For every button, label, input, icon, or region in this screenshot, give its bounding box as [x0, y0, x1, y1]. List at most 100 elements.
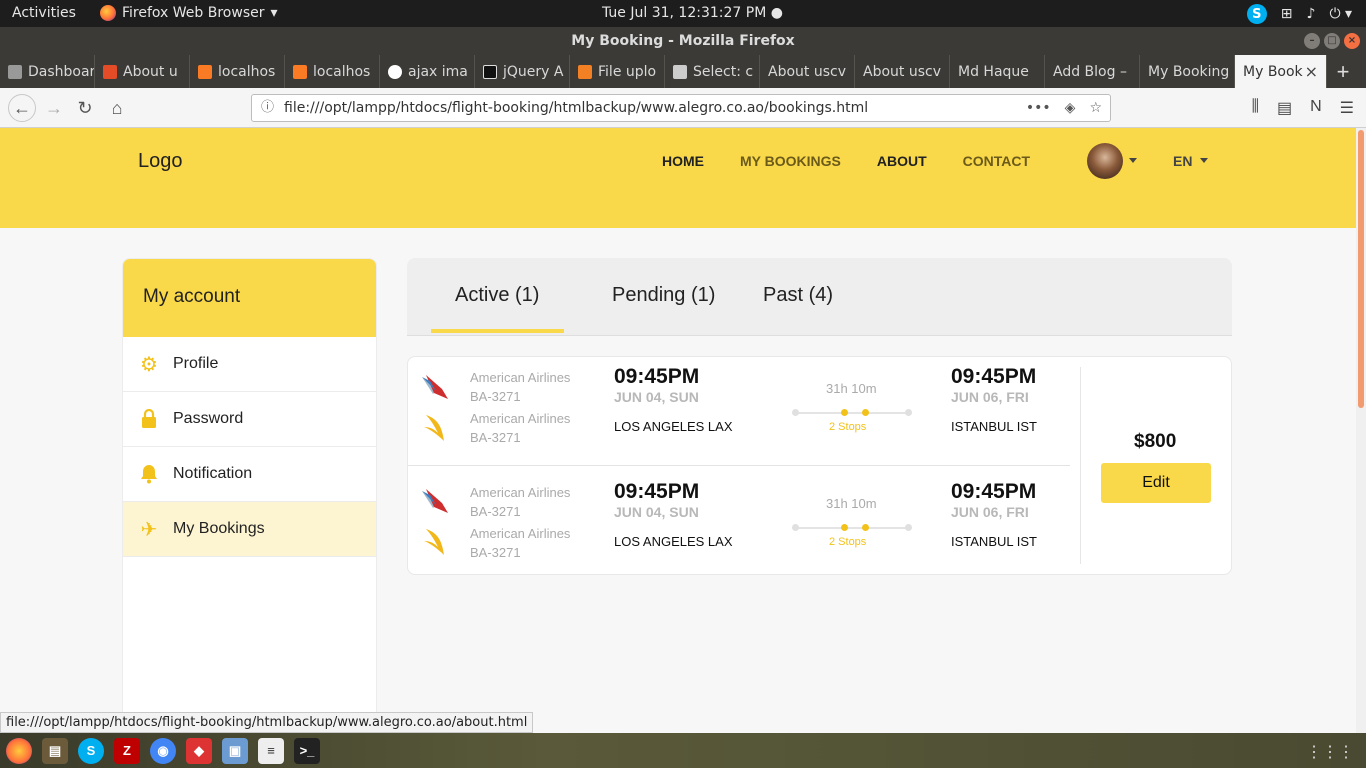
site-logo[interactable]: Logo — [138, 150, 183, 173]
tab-label: Dashboard — [28, 63, 95, 80]
browser-tab[interactable]: Add Blog – — [1045, 55, 1140, 88]
language-selector[interactable]: EN — [1173, 153, 1192, 169]
sidebar-item-profile[interactable]: ⚙ Profile — [123, 337, 376, 392]
browser-tab[interactable]: Dashboard — [0, 55, 95, 88]
browser-tab[interactable]: jQuery A — [475, 55, 570, 88]
tab-label: Add Blog – — [1053, 63, 1127, 80]
scrollbar-thumb[interactable] — [1358, 130, 1364, 408]
avatar-caret-icon[interactable] — [1129, 158, 1137, 163]
firefox-icon — [100, 5, 116, 21]
stop-dot — [841, 409, 848, 416]
maximize-button[interactable]: □ — [1324, 33, 1340, 49]
back-button[interactable]: ← — [8, 94, 36, 122]
tab-pending[interactable]: Pending (1) — [612, 284, 715, 307]
volume-icon[interactable]: ♪ — [1307, 6, 1316, 22]
home-button[interactable]: ⌂ — [105, 96, 129, 120]
close-tab-icon[interactable]: × — [1305, 62, 1318, 81]
browser-tab[interactable]: localhos — [190, 55, 285, 88]
bell-icon — [137, 462, 161, 486]
edit-booking-button[interactable]: Edit — [1101, 463, 1211, 503]
virtualbox-taskbar-icon[interactable]: ▣ — [222, 737, 248, 764]
flight-leg: American Airlines BA-3271 American Airli… — [408, 467, 1070, 576]
departure-time: 09:45PM — [614, 480, 700, 503]
airline-name: American Airlines — [470, 411, 571, 426]
app-menu[interactable]: Firefox Web Browser ▾ — [100, 5, 278, 21]
menu-my-bookings-link[interactable]: MY BOOKINGS — [740, 153, 841, 169]
menu-about-link[interactable]: ABOUT — [877, 153, 927, 169]
arrival-city: ISTANBUL IST — [951, 419, 1037, 434]
library-icon[interactable]: ⫼ — [1252, 98, 1259, 118]
browser-tab[interactable]: My Booking — [1140, 55, 1235, 88]
tab-label: File uplo — [598, 63, 657, 80]
bookmark-star-icon[interactable]: ☆ — [1089, 95, 1102, 121]
browser-tab[interactable]: File uplo — [570, 55, 665, 88]
google-favicon — [388, 64, 402, 79]
url-text: file:///opt/lampp/htdocs/flight-booking/… — [284, 100, 869, 116]
info-icon[interactable]: ⓘ — [261, 95, 274, 121]
booking-tabs: Active (1) Pending (1) Past (4) — [407, 258, 1232, 336]
flight-number: BA-3271 — [470, 545, 521, 560]
minimize-button[interactable]: – — [1304, 33, 1320, 49]
browser-tab-strip: Dashboard About u localhos localhos ajax… — [0, 55, 1366, 88]
sidebar-item-password[interactable]: Password — [123, 392, 376, 447]
page-actions-icon[interactable]: ••• — [1026, 95, 1051, 121]
tab-label: localhos — [218, 63, 276, 80]
tab-past[interactable]: Past (4) — [763, 284, 833, 307]
browser-tab[interactable]: About uscv — [760, 55, 855, 88]
hamburger-menu-icon[interactable]: ☰ — [1340, 98, 1354, 118]
sidebar-item-notification[interactable]: Notification — [123, 447, 376, 502]
browser-tab[interactable]: Select: c — [665, 55, 760, 88]
skype-icon[interactable]: S — [1246, 4, 1267, 24]
route-line — [792, 524, 912, 531]
arrival-date: JUN 06, FRI — [951, 504, 1029, 520]
browser-tab[interactable]: About u — [95, 55, 190, 88]
browser-tab[interactable]: localhos — [285, 55, 380, 88]
window-title-bar: My Booking - Mozilla Firefox – □ × — [0, 27, 1366, 55]
browser-tab[interactable]: ajax ima — [380, 55, 475, 88]
menu-contact-link[interactable]: CONTACT — [963, 153, 1030, 169]
airline-name: American Airlines — [470, 526, 571, 541]
price-divider — [1080, 367, 1081, 564]
text-editor-taskbar-icon[interactable]: ≡ — [258, 737, 284, 764]
departure-time: 09:45PM — [614, 365, 700, 388]
stop-dot — [862, 409, 869, 416]
user-avatar[interactable] — [1087, 143, 1123, 179]
sidebar-item-my-bookings[interactable]: ✈ My Bookings — [123, 502, 376, 557]
active-tab-indicator — [431, 329, 564, 333]
browser-tab-active[interactable]: My Book × — [1235, 55, 1327, 88]
chrome-taskbar-icon[interactable]: ◉ — [150, 737, 176, 764]
tab-label: About uscv — [768, 63, 846, 80]
destination-dot — [905, 409, 912, 416]
new-tab-button[interactable]: + — [1327, 55, 1359, 88]
forward-button[interactable]: → — [42, 96, 66, 120]
pocket-icon[interactable]: ◈ — [1065, 95, 1076, 121]
show-apps-icon[interactable]: ⋮⋮⋮ — [1306, 742, 1354, 762]
route-line — [792, 409, 912, 416]
menu-home-link[interactable]: HOME — [662, 153, 704, 169]
tab-active[interactable]: Active (1) — [455, 284, 539, 307]
network-icon[interactable]: ⊞ — [1281, 6, 1293, 22]
terminal-taskbar-icon[interactable]: >_ — [294, 737, 320, 764]
power-icon[interactable]: ⏻ ▾ — [1329, 6, 1352, 22]
taskbar: ▤ S Z ◉ ◆ ▣ ≡ >_ ⋮⋮⋮ — [0, 733, 1366, 768]
files-taskbar-icon[interactable]: ▤ — [42, 737, 68, 764]
browser-tab[interactable]: Md Haque — [950, 55, 1045, 88]
reload-button[interactable]: ↻ — [73, 96, 97, 120]
anydesk-taskbar-icon[interactable]: ◆ — [186, 737, 212, 764]
close-window-button[interactable]: × — [1344, 33, 1360, 49]
browser-tab[interactable]: About uscv — [855, 55, 950, 88]
activities-button[interactable]: Activities — [12, 5, 76, 21]
system-clock[interactable]: Tue Jul 31, 12:31:27 PM ● — [602, 5, 783, 21]
skype-taskbar-icon[interactable]: S — [78, 737, 104, 764]
extension-icon[interactable]: N — [1310, 98, 1322, 118]
departure-city: LOS ANGELES LAX — [614, 419, 733, 434]
language-caret-icon[interactable] — [1200, 158, 1208, 163]
firefox-taskbar-icon[interactable] — [6, 737, 32, 764]
filezilla-taskbar-icon[interactable]: Z — [114, 737, 140, 764]
url-bar[interactable]: ⓘ file:///opt/lampp/htdocs/flight-bookin… — [251, 94, 1111, 122]
xampp-favicon — [198, 64, 212, 79]
flight-duration: 31h 10m — [826, 381, 877, 396]
page-scrollbar[interactable] — [1356, 128, 1366, 733]
arrival-date: JUN 06, FRI — [951, 389, 1029, 405]
sidebar-icon[interactable]: ▤ — [1277, 98, 1292, 118]
